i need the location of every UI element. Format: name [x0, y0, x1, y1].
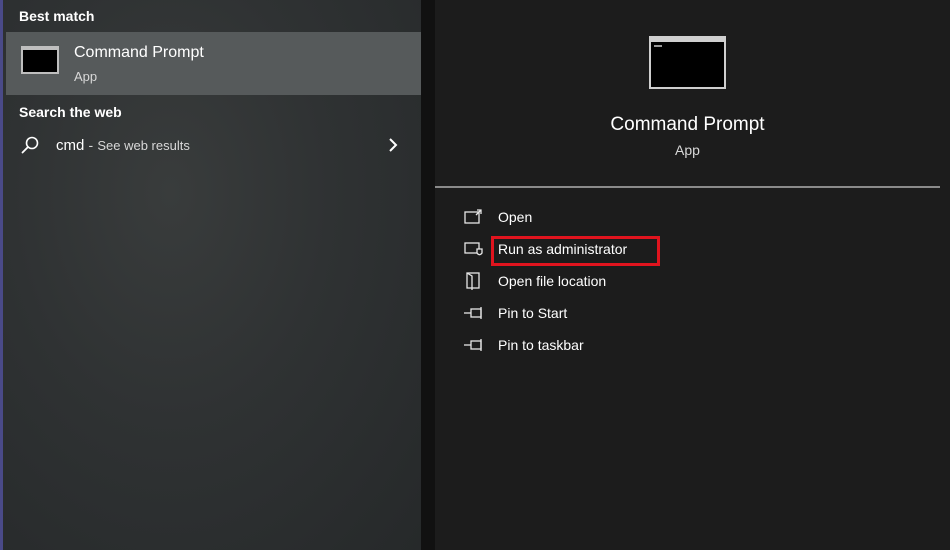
command-prompt-icon: [649, 36, 726, 89]
details-subtitle: App: [675, 142, 700, 158]
run-as-administrator-label: Run as administrator: [498, 241, 628, 257]
pin-icon: [464, 307, 482, 319]
command-prompt-icon: [21, 46, 59, 74]
details-pane: Command Prompt App Open Run as administr…: [435, 0, 950, 550]
pin-to-taskbar-label: Pin to taskbar: [498, 337, 584, 353]
web-separator: -: [88, 137, 94, 153]
best-match-subtitle: App: [74, 69, 98, 84]
chevron-right-icon: [389, 138, 398, 152]
open-icon: [464, 209, 482, 224]
web-search-result[interactable]: cmd - See web results: [6, 130, 423, 162]
web-suffix: See web results: [97, 138, 190, 153]
search-the-web-header: Search the web: [19, 104, 122, 120]
run-as-admin-icon: [464, 242, 483, 256]
pane-divider: [421, 0, 435, 550]
web-query: cmd: [56, 137, 85, 154]
open-label: Open: [498, 209, 533, 225]
search-results-pane: Best match Command Prompt App Search the…: [0, 0, 423, 550]
run-as-administrator-action[interactable]: Run as administrator: [455, 237, 755, 263]
best-match-title: Command Prompt: [74, 44, 204, 61]
pin-to-start-label: Pin to Start: [498, 305, 568, 321]
best-match-header: Best match: [19, 8, 95, 24]
file-location-icon: [466, 272, 480, 290]
search-icon: [21, 136, 39, 154]
web-query-text: cmd - See web results: [56, 137, 190, 154]
best-match-command-prompt[interactable]: Command Prompt App: [6, 32, 423, 95]
open-action[interactable]: Open: [455, 205, 755, 231]
open-file-location-label: Open file location: [498, 273, 607, 289]
details-divider: [435, 186, 940, 188]
pin-to-start-action[interactable]: Pin to Start: [455, 301, 755, 327]
details-title: Command Prompt: [610, 114, 765, 135]
pin-to-taskbar-action[interactable]: Pin to taskbar: [455, 333, 755, 359]
pin-icon: [464, 339, 482, 351]
open-file-location-action[interactable]: Open file location: [455, 269, 755, 295]
